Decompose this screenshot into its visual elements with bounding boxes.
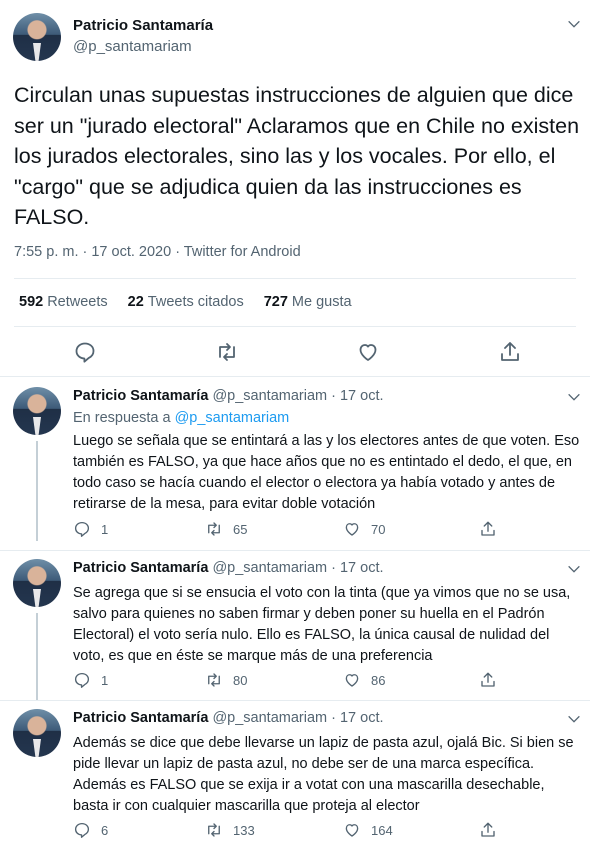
avatar[interactable]: [13, 559, 61, 607]
reply-header: Patricio Santamaría @p_santamariam · 17 …: [73, 388, 384, 404]
author-name[interactable]: Patricio Santamaría: [73, 560, 208, 576]
divider: [0, 550, 590, 551]
author-name[interactable]: Patricio Santamaría: [73, 388, 208, 404]
tweet-stats: 592 Retweets 22 Tweets citados 727 Me gusta: [19, 294, 352, 310]
avatar[interactable]: [13, 709, 61, 757]
thread-line: [36, 441, 38, 541]
divider: [0, 700, 590, 701]
share-icon[interactable]: [498, 340, 522, 364]
author-handle[interactable]: @p_santamariam: [212, 560, 327, 576]
reply-action[interactable]: 1: [73, 520, 108, 538]
tweet-actions: 6 133 164: [73, 821, 573, 839]
retweets-stat[interactable]: 592 Retweets: [19, 294, 108, 310]
reply-count: 6: [101, 822, 109, 838]
heart-icon: [343, 520, 361, 538]
reply-count: 1: [101, 672, 109, 688]
reply-action[interactable]: 1: [73, 671, 108, 689]
heart-icon: [343, 671, 361, 689]
like-count: 164: [371, 822, 393, 838]
retweet-icon: [205, 520, 223, 538]
chevron-down-icon[interactable]: [566, 389, 582, 405]
like-action[interactable]: 164: [343, 821, 393, 839]
share-icon: [479, 821, 497, 839]
reply-to-line: En respuesta a @p_santamariam: [73, 410, 289, 426]
author-name[interactable]: Patricio Santamaría: [73, 17, 213, 34]
tweet-date[interactable]: · 17 oct.: [331, 710, 383, 726]
reply-count: 1: [101, 521, 109, 537]
divider: [14, 326, 576, 327]
thread-line: [36, 613, 38, 701]
retweet-count: 133: [233, 822, 255, 838]
share-icon: [479, 671, 497, 689]
tweet-actions: 1 65 70: [73, 520, 573, 538]
like-count: 86: [371, 672, 386, 688]
share-icon: [479, 520, 497, 538]
reply-action[interactable]: 6: [73, 821, 108, 839]
divider: [14, 278, 576, 279]
tweet-text: Además se dice que debe llevarse un lapi…: [73, 735, 574, 814]
reply-bubble-icon[interactable]: [73, 340, 97, 364]
likes-stat[interactable]: 727 Me gusta: [264, 294, 352, 310]
tweet-text: Luego se señala que se entintará a las y…: [73, 433, 580, 512]
tweet-date[interactable]: · 17 oct.: [331, 388, 383, 404]
avatar[interactable]: [13, 387, 61, 435]
author-handle[interactable]: @p_santamariam: [212, 388, 327, 404]
tweet-meta[interactable]: 7:55 p. m. · 17 oct. 2020 · Twitter for …: [14, 244, 301, 260]
retweet-count: 80: [233, 672, 248, 688]
retweet-count: 65: [233, 521, 248, 537]
retweet-icon: [205, 821, 223, 839]
reply-prefix: En respuesta a: [73, 410, 175, 426]
author-handle[interactable]: @p_santamariam: [73, 38, 192, 55]
share-action[interactable]: [479, 821, 507, 839]
retweet-action[interactable]: 65: [205, 520, 247, 538]
heart-icon: [343, 821, 361, 839]
retweet-action[interactable]: 133: [205, 821, 255, 839]
reply-tweet[interactable]: Patricio Santamaría @p_santamariam · 17 …: [0, 709, 590, 844]
tweet-actions: 1 80 86: [73, 671, 573, 689]
reply-to-link[interactable]: @p_santamariam: [175, 410, 290, 426]
chevron-down-icon[interactable]: [566, 561, 582, 577]
chevron-down-icon[interactable]: [566, 711, 582, 727]
retweet-icon: [205, 671, 223, 689]
like-count: 70: [371, 521, 386, 537]
divider: [0, 376, 590, 377]
reply-header: Patricio Santamaría @p_santamariam · 17 …: [73, 710, 384, 726]
tweet-date[interactable]: · 17 oct.: [331, 560, 383, 576]
share-action[interactable]: [479, 671, 507, 689]
reply-bubble-icon: [73, 520, 91, 538]
main-tweet-actions: [0, 340, 590, 364]
heart-icon[interactable]: [356, 340, 380, 364]
reply-bubble-icon: [73, 671, 91, 689]
reply-tweet[interactable]: Patricio Santamaría @p_santamariam · 17 …: [0, 387, 590, 551]
author-name[interactable]: Patricio Santamaría: [73, 710, 208, 726]
author-handle[interactable]: @p_santamariam: [212, 710, 327, 726]
chevron-down-icon[interactable]: [566, 16, 582, 32]
retweet-action[interactable]: 80: [205, 671, 247, 689]
tweet-text: Circulan unas supuestas instrucciones de…: [14, 83, 580, 229]
like-action[interactable]: 86: [343, 671, 385, 689]
quotes-stat[interactable]: 22 Tweets citados: [128, 294, 244, 310]
like-action[interactable]: 70: [343, 520, 385, 538]
avatar[interactable]: [13, 13, 61, 61]
reply-header: Patricio Santamaría @p_santamariam · 17 …: [73, 560, 384, 576]
tweet-text: Se agrega que si se ensucia el voto con …: [73, 585, 571, 664]
reply-tweet[interactable]: Patricio Santamaría @p_santamariam · 17 …: [0, 559, 590, 701]
reply-bubble-icon: [73, 821, 91, 839]
share-action[interactable]: [479, 520, 507, 538]
retweet-icon[interactable]: [215, 340, 239, 364]
